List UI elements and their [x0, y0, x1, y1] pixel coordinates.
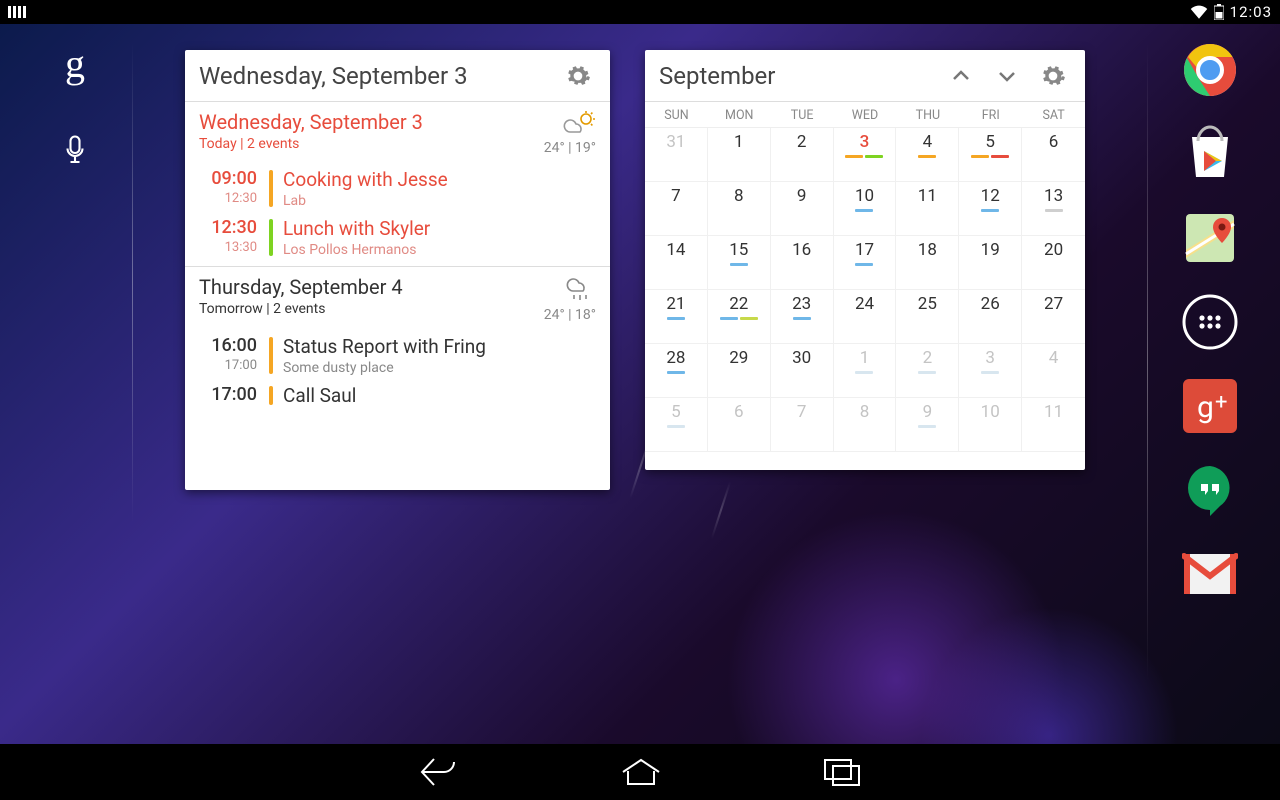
month-cell[interactable]: 29: [708, 344, 771, 398]
month-cell[interactable]: 1: [834, 344, 897, 398]
month-cell[interactable]: 24: [834, 290, 897, 344]
agenda-day-subtitle: Today | 2 events: [199, 136, 544, 152]
agenda-event[interactable]: 17:00Call Saul: [185, 380, 610, 411]
month-cell[interactable]: 4: [1022, 344, 1085, 398]
month-dow-label: FRI: [959, 108, 1022, 123]
battery-icon: [1214, 4, 1224, 20]
agenda-title: Wednesday, September 3: [199, 62, 560, 90]
month-dow-label: TUE: [771, 108, 834, 123]
status-bar: 12:03: [0, 0, 1280, 24]
month-cell[interactable]: 18: [896, 236, 959, 290]
month-cell[interactable]: 14: [645, 236, 708, 290]
month-cell[interactable]: 2: [771, 128, 834, 182]
month-cell[interactable]: 5: [959, 128, 1022, 182]
divider: [132, 42, 133, 522]
maps-app-icon[interactable]: [1180, 208, 1240, 268]
notification-icon: [8, 6, 26, 18]
agenda-day-date: Wednesday, September 3: [199, 110, 544, 134]
agenda-day-date: Thursday, September 4: [199, 275, 544, 299]
agenda-event[interactable]: 12:3013:30Lunch with SkylerLos Pollos He…: [185, 213, 610, 262]
app-drawer-icon[interactable]: [1180, 292, 1240, 352]
month-cell[interactable]: 28: [645, 344, 708, 398]
month-cell[interactable]: 8: [834, 398, 897, 452]
agenda-event[interactable]: 16:0017:00Status Report with FringSome d…: [185, 331, 610, 380]
agenda-day-header[interactable]: Thursday, September 4 Tomorrow | 2 events…: [185, 267, 610, 331]
month-cell[interactable]: 27: [1022, 290, 1085, 344]
month-cell[interactable]: 26: [959, 290, 1022, 344]
month-dow-label: WED: [834, 108, 897, 123]
svg-text:g: g: [1197, 390, 1214, 425]
back-button[interactable]: [418, 755, 460, 789]
month-cell[interactable]: 22: [708, 290, 771, 344]
month-next-button[interactable]: [989, 58, 1025, 94]
google-plus-app-icon[interactable]: g+: [1180, 376, 1240, 436]
month-cell[interactable]: 30: [771, 344, 834, 398]
month-settings-button[interactable]: [1035, 58, 1071, 94]
month-cell[interactable]: 19: [959, 236, 1022, 290]
month-cell[interactable]: 6: [1022, 128, 1085, 182]
agenda-event[interactable]: 09:0012:30Cooking with JesseLab: [185, 164, 610, 213]
month-dow-label: THU: [896, 108, 959, 123]
month-cell[interactable]: 10: [959, 398, 1022, 452]
month-cell[interactable]: 1: [708, 128, 771, 182]
month-cell[interactable]: 9: [771, 182, 834, 236]
agenda-widget: Wednesday, September 3 Wednesday, Septem…: [185, 50, 610, 490]
wifi-icon: [1190, 5, 1208, 19]
agenda-day-header[interactable]: Wednesday, September 3 Today | 2 events24…: [185, 102, 610, 164]
chrome-app-icon[interactable]: [1180, 40, 1240, 100]
month-cell[interactable]: 15: [708, 236, 771, 290]
month-cell[interactable]: 6: [708, 398, 771, 452]
month-cell[interactable]: 10: [834, 182, 897, 236]
navigation-bar: [0, 744, 1280, 800]
month-cell[interactable]: 31: [645, 128, 708, 182]
month-cell[interactable]: 3: [959, 344, 1022, 398]
month-cell[interactable]: 16: [771, 236, 834, 290]
month-cell[interactable]: 23: [771, 290, 834, 344]
month-dow-label: SUN: [645, 108, 708, 123]
month-cell[interactable]: 12: [959, 182, 1022, 236]
month-cell[interactable]: 4: [896, 128, 959, 182]
voice-search-icon[interactable]: [64, 135, 86, 165]
month-cell[interactable]: 11: [896, 182, 959, 236]
home-button[interactable]: [620, 757, 662, 787]
month-prev-button[interactable]: [943, 58, 979, 94]
month-grid: 3112345678910111213141516171819202122232…: [645, 128, 1085, 452]
status-clock: 12:03: [1230, 3, 1272, 21]
month-cell[interactable]: 5: [645, 398, 708, 452]
month-cell[interactable]: 17: [834, 236, 897, 290]
agenda-settings-button[interactable]: [560, 58, 596, 94]
gmail-app-icon[interactable]: [1180, 544, 1240, 604]
google-search-icon[interactable]: g: [65, 40, 85, 87]
agenda-day-weather: 24° | 19°: [544, 110, 596, 156]
month-dow-label: SAT: [1022, 108, 1085, 123]
month-cell[interactable]: 3: [834, 128, 897, 182]
month-cell[interactable]: 7: [645, 182, 708, 236]
month-cell[interactable]: 2: [896, 344, 959, 398]
divider: [1147, 42, 1148, 682]
month-title: September: [659, 62, 943, 90]
month-cell[interactable]: 21: [645, 290, 708, 344]
play-store-app-icon[interactable]: [1180, 124, 1240, 184]
recents-button[interactable]: [822, 757, 862, 787]
month-cell[interactable]: 9: [896, 398, 959, 452]
month-cell[interactable]: 20: [1022, 236, 1085, 290]
month-cell[interactable]: 13: [1022, 182, 1085, 236]
svg-text:+: +: [1215, 390, 1227, 415]
month-cell[interactable]: 25: [896, 290, 959, 344]
month-dow-label: MON: [708, 108, 771, 123]
month-cell[interactable]: 7: [771, 398, 834, 452]
month-cell[interactable]: 8: [708, 182, 771, 236]
agenda-day-weather: 24° | 18°: [544, 275, 596, 323]
month-cell[interactable]: 11: [1022, 398, 1085, 452]
hangouts-app-icon[interactable]: [1180, 460, 1240, 520]
agenda-day-subtitle: Tomorrow | 2 events: [199, 301, 544, 317]
month-widget: September SUNMONTUEWEDTHUFRISAT 31123456…: [645, 50, 1085, 470]
app-shortcut-column: g+: [1170, 40, 1250, 604]
month-dow-row: SUNMONTUEWEDTHUFRISAT: [645, 102, 1085, 128]
